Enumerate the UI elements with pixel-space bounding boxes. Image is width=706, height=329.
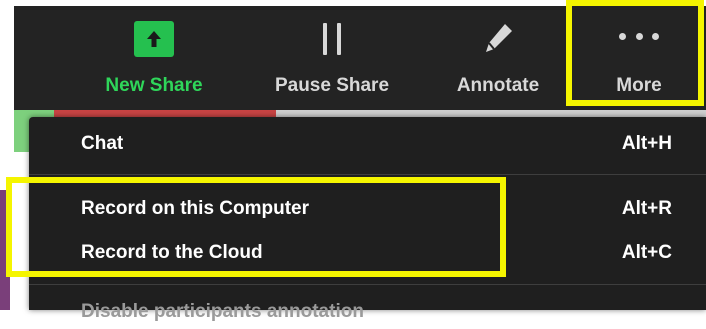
- new-share-button[interactable]: New Share: [90, 6, 218, 110]
- pause-icon: [321, 23, 343, 55]
- annotate-label: Annotate: [456, 75, 540, 96]
- menu-item-label: Disable participants annotation: [81, 301, 364, 322]
- share-arrow-icon: [134, 21, 174, 57]
- annotate-button[interactable]: Annotate: [438, 6, 558, 110]
- menu-item-disable-annotation[interactable]: Disable participants annotation: [29, 295, 706, 329]
- menu-item-shortcut: Alt+H: [621, 133, 672, 154]
- menu-divider: [29, 284, 706, 285]
- menu-item-shortcut: Alt+C: [621, 242, 672, 263]
- menu-item-chat[interactable]: Chat Alt+H: [29, 127, 706, 161]
- menu-item-label: Chat: [81, 133, 124, 154]
- new-share-label: New Share: [105, 75, 203, 96]
- record-options-highlight-box: [6, 177, 506, 277]
- pencil-icon: [481, 21, 515, 57]
- menu-item-shortcut: Alt+R: [621, 198, 672, 219]
- more-highlight-box: [566, 0, 704, 106]
- pause-share-label: Pause Share: [274, 75, 390, 96]
- menu-divider: [29, 174, 706, 175]
- pause-share-button[interactable]: Pause Share: [264, 6, 400, 110]
